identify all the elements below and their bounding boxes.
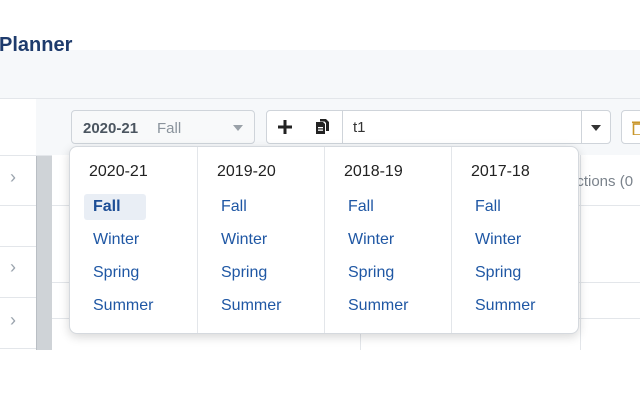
term-option[interactable]: Spring xyxy=(84,260,146,286)
left-row[interactable]: › xyxy=(0,155,36,206)
add-plan-button[interactable] xyxy=(266,110,304,144)
left-row xyxy=(0,206,36,247)
app-window: Planner › › › 2020-21 Fall t1 ections (0… xyxy=(0,0,640,350)
term-year-label: 2019-20 xyxy=(217,163,276,180)
left-panel: › › › xyxy=(0,99,36,350)
left-row[interactable]: › xyxy=(0,298,36,349)
term-option[interactable]: Winter xyxy=(466,227,528,253)
left-panel-header xyxy=(0,99,36,156)
term-option[interactable]: Winter xyxy=(339,227,401,253)
term-column: 2017-18 Fall Winter Spring Summer xyxy=(451,147,578,333)
term-year-label: 2018-19 xyxy=(344,163,403,180)
term-option[interactable]: Spring xyxy=(212,260,274,286)
chevron-down-icon xyxy=(233,125,243,131)
term-option[interactable]: Winter xyxy=(212,227,274,253)
app-title: Planner xyxy=(0,34,73,56)
term-select-year: 2020-21 xyxy=(83,120,139,137)
chevron-down-icon xyxy=(591,125,601,131)
term-year-label: 2020-21 xyxy=(89,163,148,180)
copy-plan-button[interactable] xyxy=(303,110,343,144)
term-option[interactable]: Summer xyxy=(466,293,535,319)
term-option[interactable]: Summer xyxy=(84,293,153,319)
plan-dropdown-toggle[interactable] xyxy=(581,110,611,144)
term-option[interactable]: Spring xyxy=(339,260,401,286)
term-select[interactable]: 2020-21 Fall xyxy=(71,110,255,144)
term-dropdown: 2020-21 Fall Winter Spring Summer 2019-2… xyxy=(69,146,579,334)
term-option[interactable]: Summer xyxy=(212,293,281,319)
term-column: 2019-20 Fall Winter Spring Summer xyxy=(197,147,325,333)
trash-icon xyxy=(632,121,640,135)
term-option[interactable]: Winter xyxy=(84,227,146,253)
chevron-right-icon[interactable]: › xyxy=(10,257,16,278)
term-year-label: 2017-18 xyxy=(471,163,530,180)
copy-icon xyxy=(316,119,329,134)
term-column: 2020-21 Fall Winter Spring Summer xyxy=(70,147,197,333)
term-option[interactable]: Fall xyxy=(84,194,146,220)
chevron-right-icon[interactable]: › xyxy=(10,310,16,331)
term-option[interactable]: Spring xyxy=(466,260,528,286)
plus-icon xyxy=(278,120,292,134)
plan-name-input[interactable] xyxy=(342,110,582,144)
chevron-right-icon[interactable]: › xyxy=(10,167,16,188)
left-row[interactable]: › xyxy=(0,247,36,298)
top-band xyxy=(0,0,640,50)
term-column: 2018-19 Fall Winter Spring Summer xyxy=(324,147,452,333)
term-select-season: Fall xyxy=(157,120,182,137)
delete-plan-button[interactable] xyxy=(621,110,640,144)
app-header xyxy=(0,50,640,99)
panel-resize-handle[interactable] xyxy=(36,155,52,350)
term-option[interactable]: Fall xyxy=(212,194,274,220)
term-option[interactable]: Summer xyxy=(339,293,408,319)
term-option[interactable]: Fall xyxy=(466,194,528,220)
term-option[interactable]: Fall xyxy=(339,194,401,220)
